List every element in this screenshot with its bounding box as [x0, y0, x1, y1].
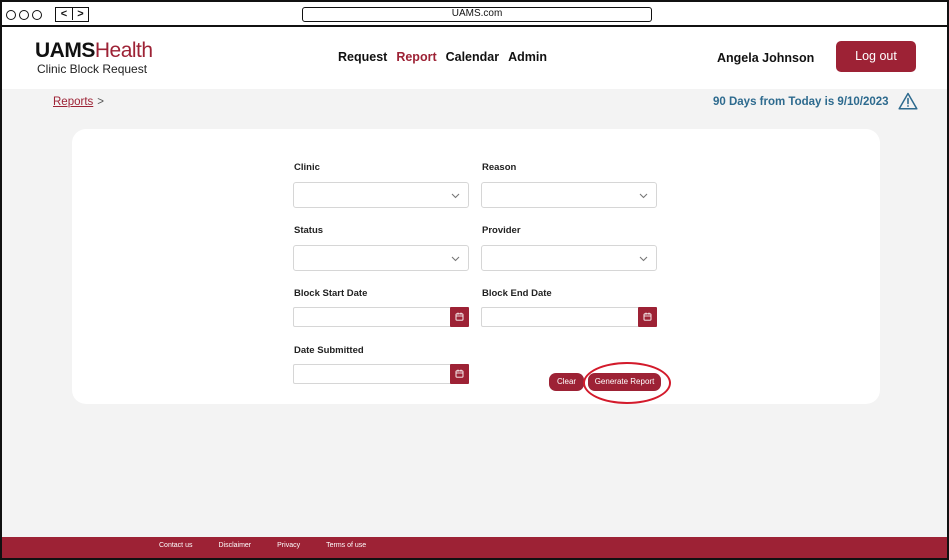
nav-calendar[interactable]: Calendar	[446, 50, 500, 64]
main-content: Reports > 90 Days from Today is 9/10/2023	[2, 89, 947, 537]
calendar-icon	[643, 312, 652, 321]
back-button[interactable]: <	[56, 8, 72, 20]
date-submitted-field[interactable]	[293, 364, 469, 384]
chevron-down-icon	[451, 256, 460, 262]
user-name: Angela Johnson	[717, 51, 815, 65]
footer-terms-link[interactable]: Terms of use	[326, 542, 366, 549]
status-label: Status	[294, 225, 324, 236]
date-submitted-label: Date Submitted	[294, 345, 364, 356]
warning-icon[interactable]	[898, 92, 918, 110]
ninety-day-notice: 90 Days from Today is 9/10/2023	[713, 96, 889, 108]
chevron-down-icon	[639, 256, 648, 262]
report-filter-card	[72, 129, 880, 404]
window-minimize-dot[interactable]	[19, 10, 29, 20]
app-name: Clinic Block Request	[37, 62, 148, 76]
provider-select[interactable]	[481, 245, 657, 271]
footer-disclaimer-link[interactable]: Disclaimer	[218, 542, 251, 549]
clinic-label: Clinic	[294, 162, 320, 173]
browser-nav-buttons: < >	[55, 7, 89, 22]
breadcrumb-separator: >	[97, 96, 104, 108]
forward-button[interactable]: >	[72, 8, 88, 20]
footer-privacy-link[interactable]: Privacy	[277, 542, 300, 549]
nav-admin[interactable]: Admin	[508, 50, 547, 64]
browser-toolbar: < > UAMS.com	[0, 0, 949, 27]
block-start-date-field[interactable]	[293, 307, 469, 327]
window-controls	[6, 10, 42, 20]
footer-contact-link[interactable]: Contact us	[159, 542, 192, 549]
chevron-down-icon	[451, 193, 460, 199]
provider-label: Provider	[482, 225, 521, 236]
chevron-down-icon	[639, 193, 648, 199]
block-start-date-label: Block Start Date	[294, 288, 368, 299]
block-end-date-label: Block End Date	[482, 288, 552, 299]
reason-label: Reason	[482, 162, 517, 173]
block-start-calendar-button[interactable]	[450, 307, 469, 327]
nav-report[interactable]: Report	[396, 50, 436, 64]
generate-report-highlight-ring	[583, 362, 671, 404]
calendar-icon	[455, 369, 464, 378]
site-footer: Contact us Disclaimer Privacy Terms of u…	[2, 537, 947, 558]
block-end-calendar-button[interactable]	[638, 307, 657, 327]
window-maximize-dot[interactable]	[32, 10, 42, 20]
calendar-icon	[455, 312, 464, 321]
nav-request[interactable]: Request	[338, 50, 387, 64]
uams-health-logo[interactable]: UAMSHealth Clinic Block Request	[35, 40, 153, 76]
breadcrumb: Reports >	[53, 96, 104, 108]
main-nav: Request Report Calendar Admin	[338, 50, 547, 64]
clear-button[interactable]: Clear	[549, 373, 584, 391]
logo-health-text: Health	[94, 39, 153, 62]
address-bar[interactable]: UAMS.com	[302, 7, 652, 22]
logout-button[interactable]: Log out	[836, 41, 916, 72]
date-submitted-calendar-button[interactable]	[450, 364, 469, 384]
site-header: UAMSHealth Clinic Block Request Request …	[2, 27, 947, 89]
logo-uams-text: UAMS	[35, 39, 95, 62]
breadcrumb-reports-link[interactable]: Reports	[53, 96, 93, 108]
window-close-dot[interactable]	[6, 10, 16, 20]
reason-select[interactable]	[481, 182, 657, 208]
block-end-date-field[interactable]	[481, 307, 657, 327]
status-select[interactable]	[293, 245, 469, 271]
clinic-select[interactable]	[293, 182, 469, 208]
